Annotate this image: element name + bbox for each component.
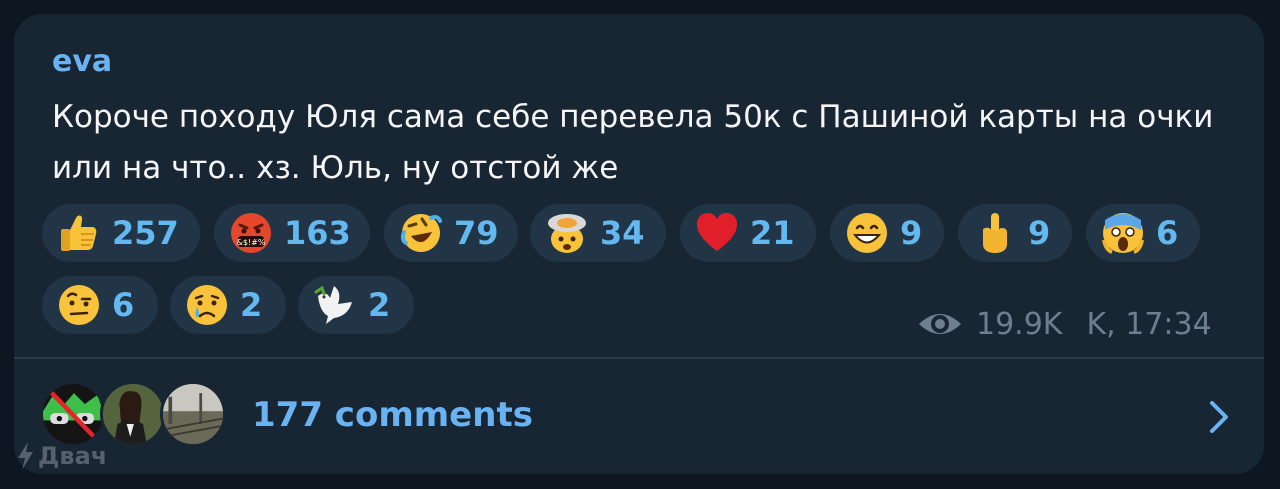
message-text: Короче походу Юля сама себе перевела 50к… — [52, 99, 1214, 186]
commenter-avatar-image — [163, 384, 223, 444]
message-bubble: eva Короче походу Юля сама себе перевела… — [14, 14, 1264, 474]
avatar[interactable] — [40, 381, 106, 447]
reaction-red-heart[interactable]: 21 — [680, 204, 816, 262]
thumbs-up-icon — [61, 215, 97, 251]
reaction-count: 257 — [112, 214, 179, 252]
reaction-dove[interactable]: 2 — [298, 276, 414, 334]
watermark: Двач — [14, 440, 107, 472]
reaction-rofl[interactable]: 79 — [384, 204, 518, 262]
watermark-text: Двач — [38, 442, 108, 470]
reaction-count: 9 — [900, 214, 923, 252]
rofl-icon — [400, 214, 442, 252]
commenter-avatar-image — [103, 384, 163, 444]
reaction-count: 21 — [750, 214, 795, 252]
grinning-face-icon — [847, 213, 887, 253]
lightning-icon — [18, 442, 33, 470]
crying-face-icon — [187, 285, 227, 325]
reaction-count: 9 — [1028, 214, 1051, 252]
red-heart-icon — [697, 213, 737, 251]
reaction-count: 2 — [368, 286, 391, 324]
reaction-middle-finger[interactable]: 9 — [958, 204, 1072, 262]
reaction-cursing-face[interactable]: &$!#% 163 — [214, 204, 370, 262]
view-count: 19.9K — [976, 306, 1063, 342]
timestamp: K, 17:34 — [1086, 306, 1212, 342]
reaction-count: 6 — [112, 286, 135, 324]
cursing-face-icon: &$!#% — [231, 213, 271, 253]
reaction-count: 34 — [600, 214, 645, 252]
reaction-raised-eyebrow-face[interactable]: 6 — [42, 276, 158, 334]
raised-eyebrow-face-icon — [59, 285, 99, 325]
svg-text:&$!#%: &$!#% — [237, 238, 266, 247]
comments-bar[interactable]: 177 comments — [14, 359, 1264, 474]
reaction-screaming-face[interactable]: 6 — [1086, 204, 1200, 262]
eye-icon — [919, 314, 961, 334]
avatar[interactable] — [100, 381, 166, 447]
reaction-count: 6 — [1156, 214, 1179, 252]
reaction-grinning-face[interactable]: 9 — [830, 204, 944, 262]
avatar[interactable] — [160, 381, 226, 447]
comments-count-link[interactable]: 177 comments — [252, 395, 533, 435]
dove-icon — [314, 285, 352, 324]
reaction-crying-face[interactable]: 2 — [170, 276, 286, 334]
author-name[interactable]: eva — [52, 44, 112, 80]
commenter-avatar-image — [43, 387, 103, 441]
reaction-exploding-head[interactable]: 34 — [530, 204, 666, 262]
reaction-count: 79 — [454, 214, 499, 252]
reaction-thumbs-up[interactable]: 257 — [42, 204, 200, 262]
middle-finger-icon — [983, 213, 1007, 253]
screaming-face-icon — [1102, 213, 1144, 254]
reaction-count: 163 — [284, 214, 351, 252]
message-meta: 19.9K K, 17:34 — [916, 304, 1212, 344]
exploding-head-icon — [548, 214, 586, 253]
reaction-count: 2 — [240, 286, 263, 324]
chevron-right-icon[interactable] — [1204, 397, 1234, 437]
